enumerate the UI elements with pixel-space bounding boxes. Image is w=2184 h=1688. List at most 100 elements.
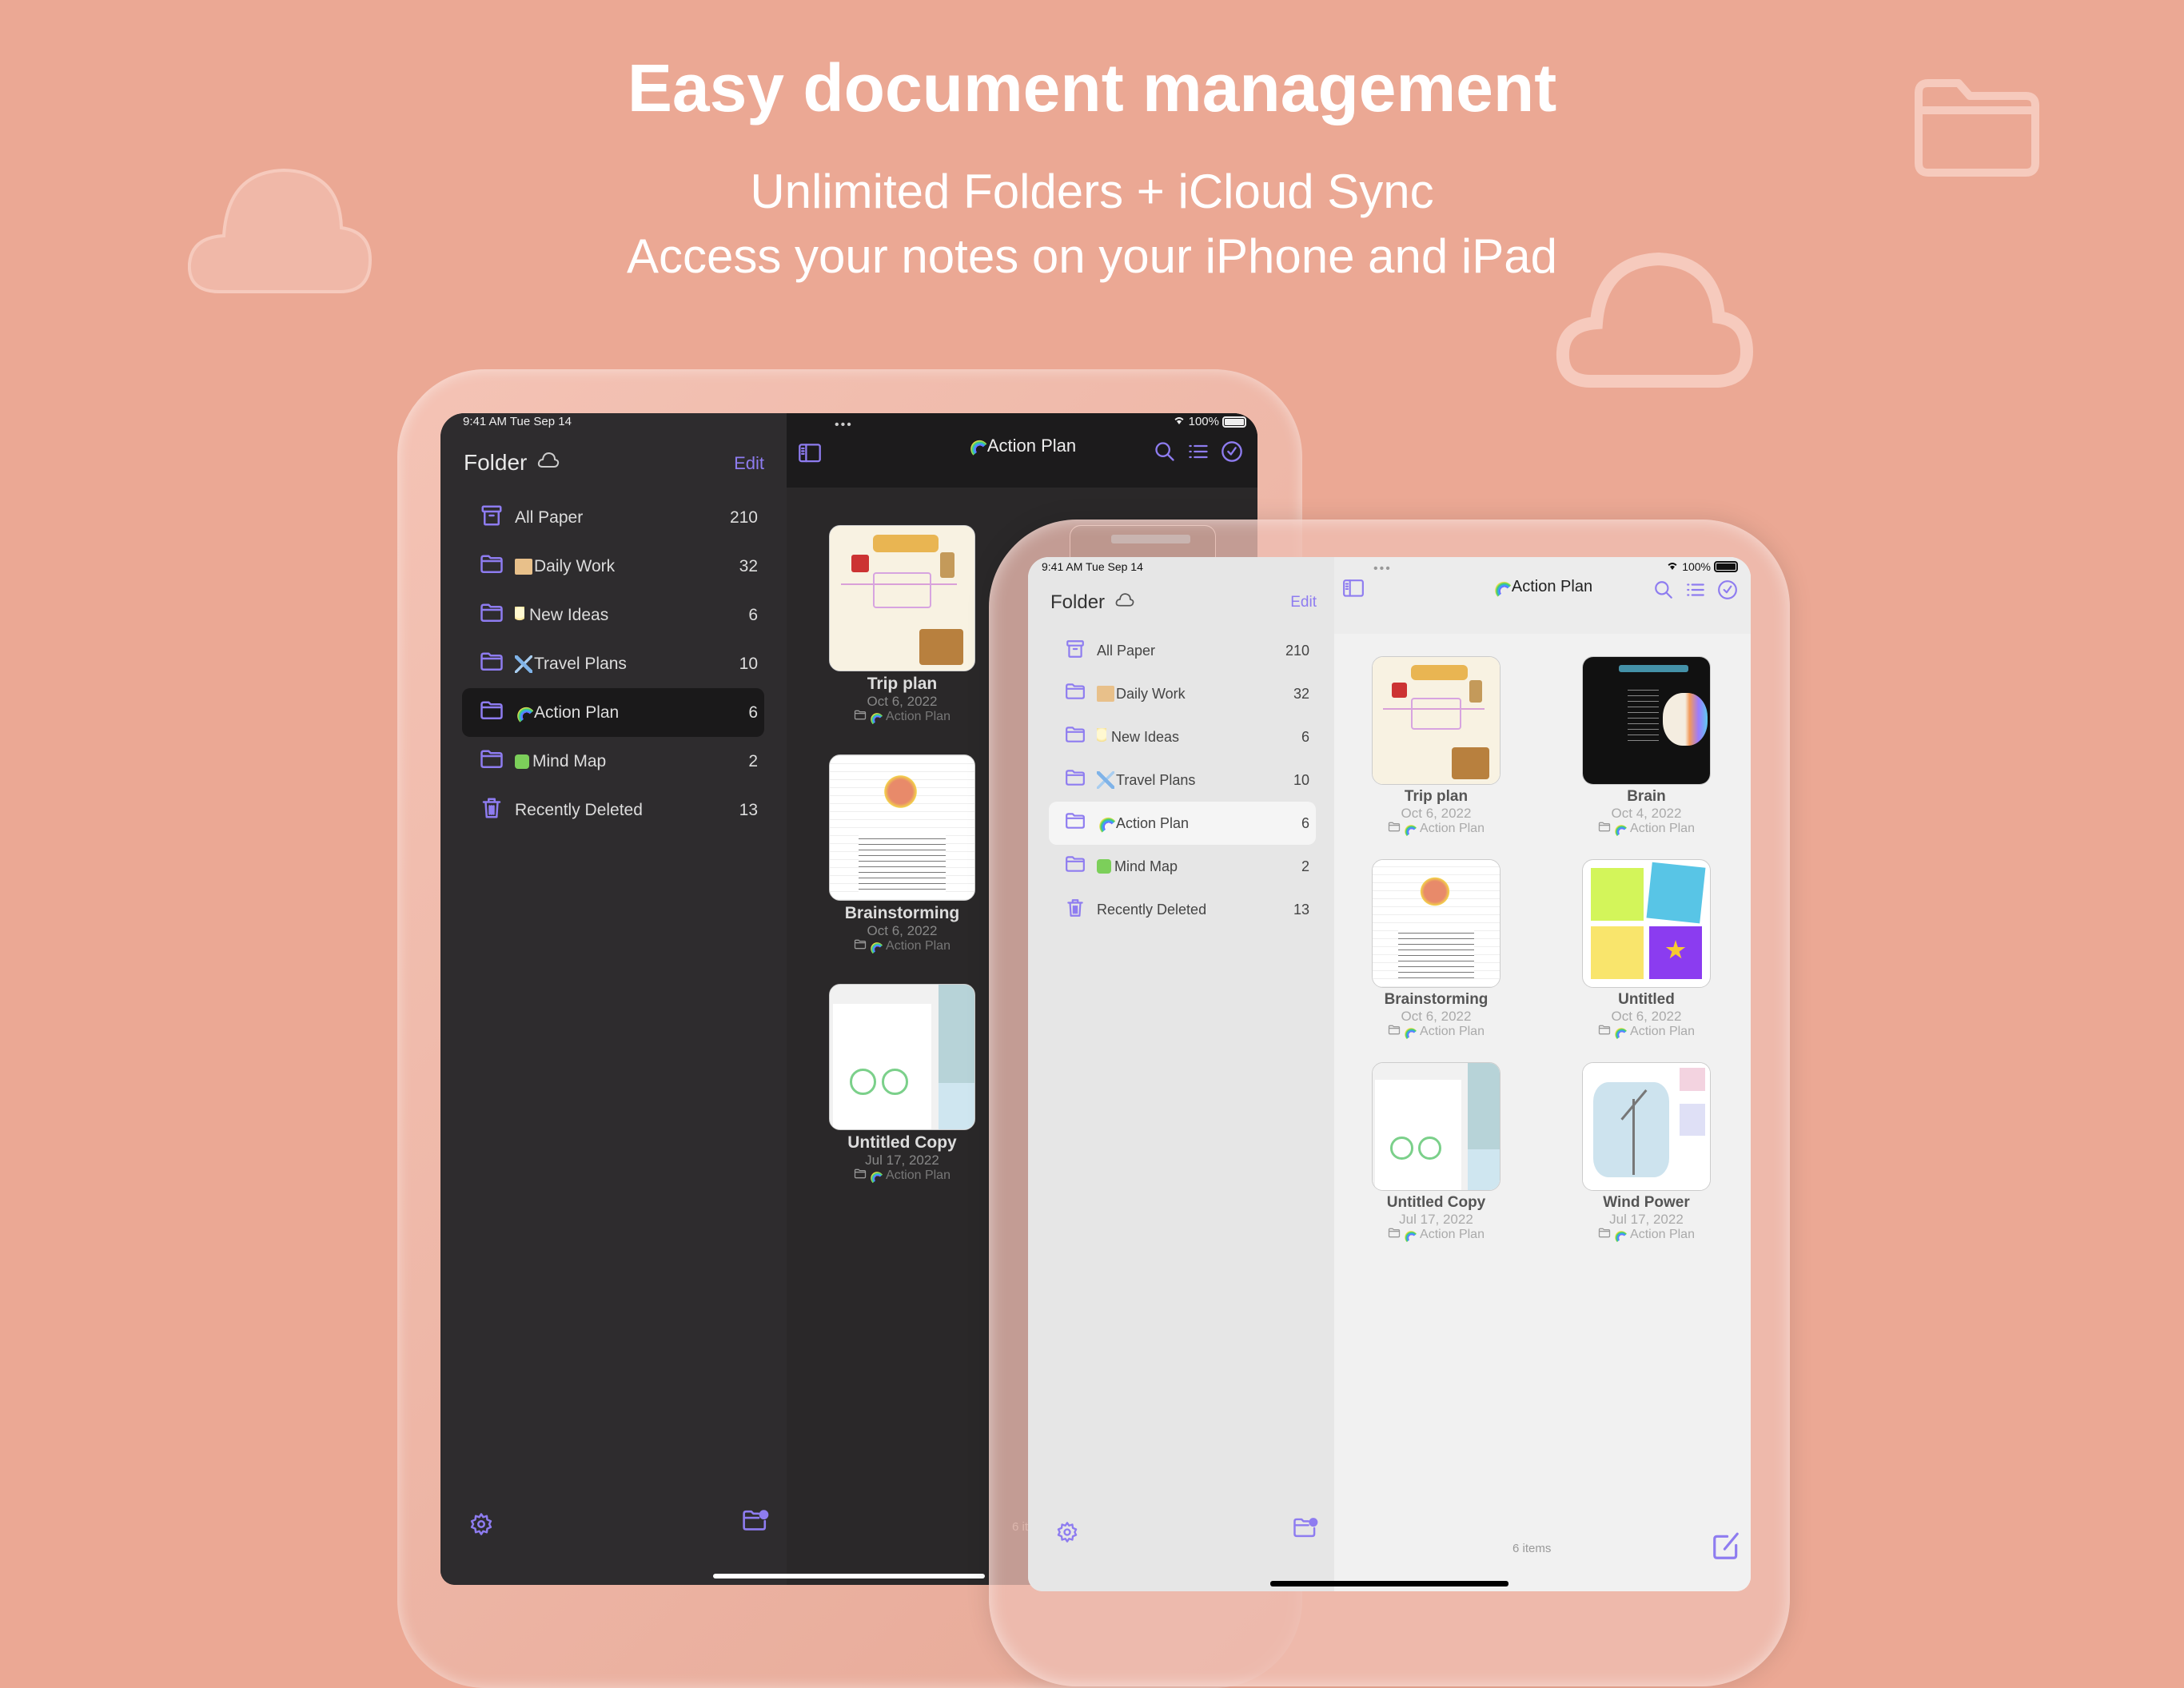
edit-button[interactable]: Edit bbox=[1290, 594, 1317, 611]
sidebar-item-recently-deleted[interactable]: Recently Deleted 13 bbox=[462, 786, 764, 834]
folder-icon bbox=[1598, 1228, 1611, 1242]
sidebar-item-count: 6 bbox=[748, 605, 758, 624]
icloud-icon[interactable] bbox=[1114, 591, 1135, 614]
sidebar-item-travel-plans[interactable]: Travel Plans 10 bbox=[462, 639, 764, 688]
note-folder-label: Action Plan bbox=[1420, 1025, 1485, 1038]
rainbow-emoji-icon bbox=[868, 1168, 883, 1183]
battery-level: 100% bbox=[1682, 560, 1711, 573]
select-icon[interactable] bbox=[1717, 579, 1738, 604]
note-folder: Action Plan bbox=[1372, 1228, 1501, 1242]
search-icon[interactable] bbox=[1653, 579, 1674, 604]
sidebar-item-label: Daily Work bbox=[1116, 685, 1186, 702]
battery-icon bbox=[1222, 416, 1246, 428]
rainbow-emoji-icon bbox=[1612, 822, 1628, 836]
sidebar-item-count: 210 bbox=[729, 508, 758, 527]
ipad-screen-light: 9:41 AM Tue Sep 14 Folder Edit All Paper… bbox=[1028, 557, 1751, 1591]
compose-icon[interactable] bbox=[1711, 1531, 1741, 1566]
sidebar-item-action-plan[interactable]: Action Plan 6 bbox=[1049, 802, 1316, 845]
sidebar-item-travel-plans[interactable]: Travel Plans 10 bbox=[1049, 758, 1316, 802]
note-folder-label: Action Plan bbox=[886, 1168, 951, 1182]
note-card[interactable]: Untitled Copy Jul 17, 2022 Action Plan bbox=[829, 984, 975, 1183]
note-card[interactable]: Brainstorming Oct 6, 2022 Action Plan bbox=[829, 754, 975, 953]
folder-icon bbox=[854, 939, 867, 953]
rainbow-emoji-icon bbox=[1095, 814, 1116, 833]
sidebar-item-mind-map[interactable]: Mind Map 2 bbox=[1049, 845, 1316, 888]
note-card[interactable]: Brain Oct 4, 2022 Action Plan bbox=[1582, 656, 1711, 836]
rainbow-emoji-icon bbox=[868, 939, 883, 953]
nav-title: Action Plan bbox=[1511, 578, 1593, 595]
sidebar-item-recently-deleted[interactable]: Recently Deleted 13 bbox=[1049, 888, 1316, 931]
items-count: 6 items bbox=[1512, 1542, 1552, 1555]
note-folder: Action Plan bbox=[1582, 822, 1711, 836]
folder-icon bbox=[1065, 769, 1086, 790]
edit-button[interactable]: Edit bbox=[734, 453, 764, 474]
status-time: 9:41 AM Tue Sep 14 bbox=[1042, 560, 1143, 573]
note-card[interactable]: Wind Power Jul 17, 2022 Action Plan bbox=[1582, 1062, 1711, 1242]
sidebar-item-count: 10 bbox=[739, 654, 758, 673]
sidebar-item-label: Recently Deleted bbox=[1097, 901, 1207, 918]
nav-title: Action Plan bbox=[986, 436, 1077, 456]
note-folder-label: Action Plan bbox=[1630, 822, 1695, 835]
note-card[interactable]: Brainstorming Oct 6, 2022 Action Plan bbox=[1372, 859, 1501, 1039]
sidebar-item-label: All Paper bbox=[1097, 642, 1156, 659]
sidebar-item-count: 2 bbox=[748, 751, 758, 770]
note-thumbnail-travel-map bbox=[829, 525, 975, 671]
note-folder: Action Plan bbox=[829, 1168, 975, 1183]
sidebar-item-daily-work[interactable]: Daily Work 32 bbox=[1049, 672, 1316, 715]
note-card[interactable]: Untitled Copy Jul 17, 2022 Action Plan bbox=[1372, 1062, 1501, 1242]
multitask-dots[interactable]: ••• bbox=[835, 418, 853, 432]
note-card[interactable]: Untitled Oct 6, 2022 Action Plan bbox=[1582, 859, 1711, 1039]
sidebar-item-count: 2 bbox=[1301, 858, 1309, 874]
folder-icon bbox=[1388, 822, 1401, 836]
note-title: Wind Power bbox=[1603, 1194, 1690, 1211]
note-thumbnail-left-brain bbox=[1582, 656, 1711, 785]
sidebar-item-count: 13 bbox=[739, 800, 758, 819]
bulb-emoji-icon bbox=[515, 606, 524, 624]
note-thumbnail-travel-map bbox=[1372, 656, 1501, 785]
home-indicator bbox=[713, 1574, 985, 1579]
sidebar-item-count: 6 bbox=[748, 703, 758, 722]
battery-icon bbox=[1714, 561, 1738, 572]
plane-emoji-icon bbox=[1097, 771, 1114, 789]
note-thumbnail-sticky-notes bbox=[1582, 859, 1711, 988]
multitask-dots[interactable]: ••• bbox=[1373, 562, 1392, 576]
note-folder-label: Action Plan bbox=[886, 939, 951, 953]
search-icon[interactable] bbox=[1154, 440, 1176, 467]
settings-gear-icon[interactable] bbox=[1056, 1521, 1078, 1547]
note-card[interactable]: Trip plan Oct 6, 2022 Action Plan bbox=[1372, 656, 1501, 836]
note-title: Brain bbox=[1627, 788, 1666, 805]
new-folder-icon[interactable] bbox=[1293, 1515, 1318, 1545]
note-card[interactable]: Trip plan Oct 6, 2022 Action Plan bbox=[829, 525, 975, 724]
folder-icon bbox=[1388, 1228, 1401, 1242]
sidebar-item-action-plan[interactable]: Action Plan 6 bbox=[462, 688, 764, 737]
sidebar-item-mind-map[interactable]: Mind Map 2 bbox=[462, 737, 764, 786]
note-thumbnail-brainstorm-text bbox=[829, 754, 975, 901]
sidebar-item-count: 210 bbox=[1285, 642, 1309, 659]
note-date: Jul 17, 2022 bbox=[1399, 1212, 1473, 1227]
icloud-icon[interactable] bbox=[536, 449, 560, 476]
rainbow-emoji-icon bbox=[1612, 1228, 1628, 1242]
sidebar-item-all-paper[interactable]: All Paper 210 bbox=[1049, 629, 1316, 672]
plane-emoji-icon bbox=[515, 655, 532, 673]
sidebar-item-count: 32 bbox=[1293, 685, 1309, 702]
sidebar-item-new-ideas[interactable]: New Ideas 6 bbox=[462, 591, 764, 639]
select-icon[interactable] bbox=[1221, 440, 1243, 467]
sidebar-item-all-paper[interactable]: All Paper 210 bbox=[462, 493, 764, 542]
nav-bar: ••• 100% Action Plan bbox=[1334, 557, 1751, 634]
rainbow-emoji-icon bbox=[868, 710, 883, 724]
folder-icon bbox=[1065, 812, 1086, 834]
list-view-icon[interactable] bbox=[1685, 579, 1706, 604]
sidebar-item-label: All Paper bbox=[515, 508, 584, 527]
sidebar-item-new-ideas[interactable]: New Ideas 6 bbox=[1049, 715, 1316, 758]
sidebar-item-daily-work[interactable]: Daily Work 32 bbox=[462, 542, 764, 591]
folder-icon bbox=[1065, 726, 1086, 747]
note-folder-label: Action Plan bbox=[1630, 1228, 1695, 1241]
settings-gear-icon[interactable] bbox=[469, 1512, 493, 1540]
list-view-icon[interactable] bbox=[1187, 440, 1210, 467]
note-date: Jul 17, 2022 bbox=[1609, 1212, 1684, 1227]
archive-icon bbox=[480, 504, 504, 532]
note-thumbnail-wind-turbine bbox=[1582, 1062, 1711, 1191]
puzzle-emoji-icon bbox=[515, 754, 529, 769]
new-folder-icon[interactable] bbox=[742, 1507, 769, 1539]
sidebar-item-count: 6 bbox=[1301, 814, 1309, 831]
